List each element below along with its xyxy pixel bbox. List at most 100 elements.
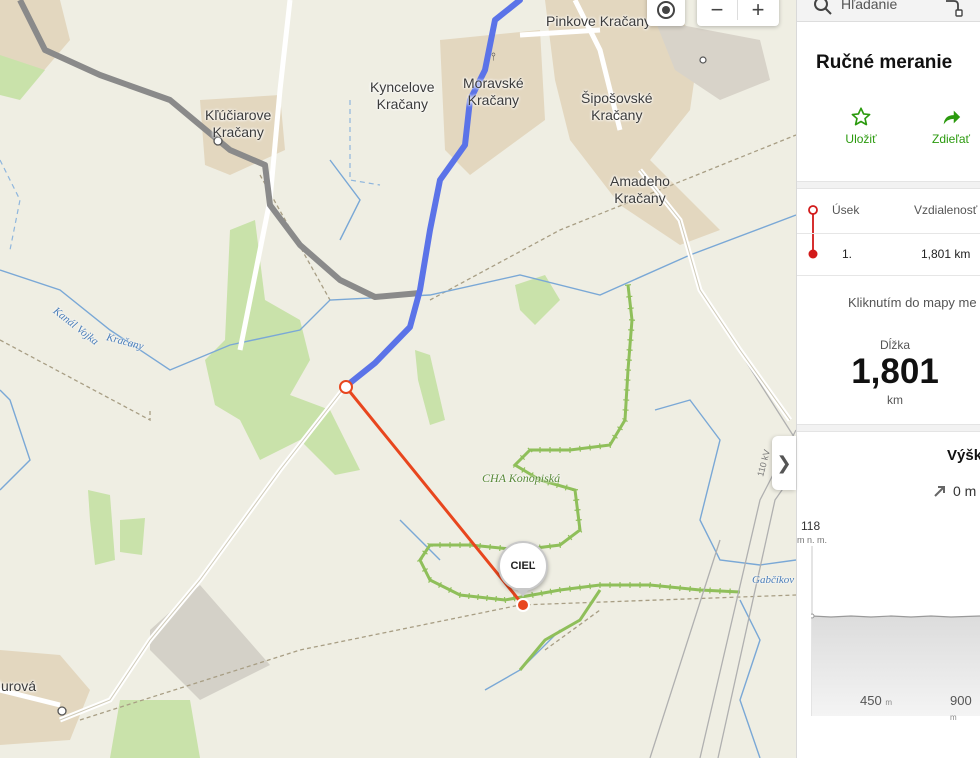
reserve-tick	[569, 585, 571, 592]
reserve-tick	[503, 596, 507, 604]
table-row-divider	[797, 275, 980, 276]
place-label-pinkove: Pinkove Kračany	[546, 13, 652, 29]
water-label-gabcikov: Gabčíkov	[752, 574, 795, 586]
length-value: 1,801	[851, 352, 939, 391]
map-view[interactable]: ⫯ Kľúčiarove Kračany Kyncelove Kračany M…	[0, 0, 796, 758]
place-label-klucarove: Kľúčiarove Kračany	[205, 107, 272, 140]
elevation-start-dot	[811, 613, 815, 619]
side-panel: Hľadanie Ručné meranie Uložiť Zdieľať Ús…	[796, 0, 980, 758]
reserve-tick	[559, 541, 561, 549]
reserve-tick	[468, 592, 470, 600]
reserve-tick	[549, 543, 551, 550]
star-icon	[851, 107, 871, 126]
reserve-tick	[579, 445, 581, 452]
poi-pin	[699, 56, 707, 64]
elevation-profile-line	[811, 615, 980, 618]
reserve-tick	[649, 581, 651, 589]
reserve-tick	[689, 585, 691, 593]
section-divider	[797, 424, 980, 432]
reserve-tick	[540, 590, 543, 597]
reserve-tick	[589, 444, 591, 451]
length-label: Dĺžka	[879, 338, 910, 352]
table-cell-segment: 1.	[842, 247, 853, 261]
reserve-tick	[531, 591, 534, 599]
length-unit: km	[887, 393, 903, 407]
table-cell-distance: 1,801 km	[921, 247, 971, 261]
route-planner-icon[interactable]	[943, 0, 963, 17]
destination-marker-tail	[516, 588, 530, 597]
industrial-area	[150, 585, 270, 700]
reserve-tick	[575, 519, 582, 521]
place-label-siposovske: Šipošovské Kračany	[581, 90, 653, 123]
reserve-tick	[549, 588, 552, 595]
measure-end-point[interactable]	[516, 598, 530, 612]
page-title: Ručné meranie	[816, 52, 953, 73]
chevron-right-icon: ❯	[776, 452, 792, 473]
share-arrow-icon	[943, 110, 961, 125]
zoom-in-button[interactable]: +	[738, 0, 778, 26]
map-click-hint: Kliknutím do mapy me	[848, 295, 977, 310]
zoom-control[interactable]: − +	[697, 0, 779, 26]
reserve-tick	[574, 509, 581, 511]
water-streams	[0, 159, 796, 758]
reserve-boundary	[418, 284, 741, 671]
elevation-max: 118	[801, 519, 821, 533]
reserve-tick	[679, 584, 681, 592]
reserve-tick	[499, 544, 501, 552]
save-button[interactable]: Uložiť	[821, 106, 901, 146]
map-canvas[interactable]: ⫯	[0, 0, 796, 758]
reserve-tick	[559, 586, 561, 594]
reserve-tick	[564, 484, 568, 491]
reserve-tick	[477, 593, 479, 601]
segment-connector-icon	[808, 205, 818, 259]
share-button[interactable]: Zdieľať	[911, 106, 980, 146]
reserve-tick	[609, 441, 611, 449]
table-row-divider	[797, 233, 980, 234]
reserve-tick	[495, 595, 497, 603]
collapse-panel-button[interactable]: ❯	[772, 436, 796, 490]
destination-marker-label: CIEĽ	[510, 560, 536, 572]
elevation-x-tick: 450 m	[860, 693, 892, 708]
reserve-tick	[573, 499, 580, 501]
table-header-segment: Úsek	[832, 203, 860, 217]
reserve-tick	[624, 284, 632, 286]
elevation-title: Výšk	[947, 447, 980, 464]
place-label-kyncelove: Kyncelove Kračany	[370, 79, 435, 112]
reserve-tick	[659, 582, 661, 590]
water-streams-dashed	[0, 100, 381, 251]
reserve-tick	[479, 542, 481, 550]
search-input[interactable]: Hľadanie	[841, 0, 897, 12]
ascent-arrow-icon	[934, 486, 945, 497]
section-divider	[797, 181, 980, 189]
reserve-tick	[459, 591, 461, 599]
reserve-tick	[579, 584, 581, 591]
ascent-stat: 0 m	[933, 483, 976, 499]
elevation-chart[interactable]	[811, 546, 980, 716]
search-bar[interactable]: Hľadanie	[797, 0, 980, 22]
reserve-tick	[489, 543, 491, 551]
save-label: Uložiť	[845, 132, 877, 146]
reserve-tick	[599, 443, 601, 450]
reserve-tick	[571, 489, 579, 491]
reserve-tick	[626, 295, 633, 298]
reserve-ticks	[417, 284, 731, 604]
locate-control[interactable]	[647, 0, 685, 26]
reserve-tick	[627, 307, 634, 310]
place-label-amadeho: Amadeho Kračany	[610, 173, 670, 206]
measure-start-point[interactable]	[339, 380, 353, 394]
place-label-moravske: Moravské Kračany	[463, 75, 524, 108]
reserve-tick	[589, 583, 591, 590]
table-header-distance: Vzdialenosť	[914, 203, 978, 217]
search-icon	[814, 0, 832, 15]
ascent-value: 0 m	[953, 483, 977, 499]
zoom-out-button[interactable]: −	[697, 0, 737, 26]
elevation-unit: m n. m.	[797, 535, 828, 545]
railway	[649, 359, 796, 758]
destination-marker[interactable]: CIEĽ	[498, 541, 548, 591]
elevation-x-tick: 900 m	[950, 693, 972, 722]
target-icon[interactable]	[647, 0, 685, 26]
place-label-jurova: Jurová	[0, 678, 37, 694]
village-pin	[57, 706, 67, 716]
antenna-icon: ⫯	[491, 51, 496, 63]
reserve-label: CHA Konopiská	[482, 471, 561, 485]
